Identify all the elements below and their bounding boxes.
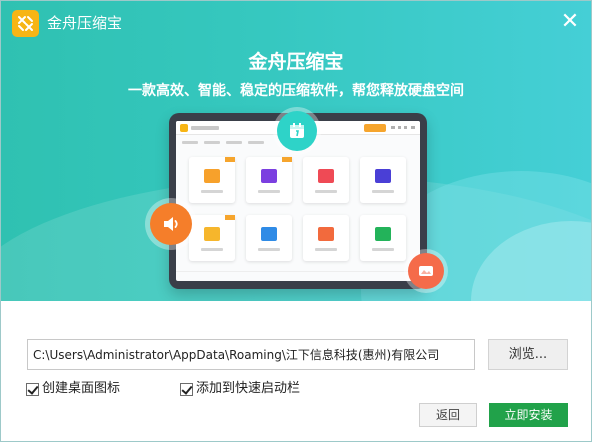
calendar-icon <box>277 111 317 151</box>
preview-nav-item <box>182 141 198 144</box>
preview-card <box>303 157 349 203</box>
preview-title-placeholder <box>191 126 219 130</box>
preview-card-label <box>315 248 337 251</box>
gif-compress-icon <box>375 169 391 183</box>
preview-nav-item <box>204 141 220 144</box>
doc-compress-icon <box>261 227 277 241</box>
preview-nav-item <box>248 141 264 144</box>
preview-card <box>189 215 235 261</box>
browse-button[interactable]: 浏览... <box>488 339 568 370</box>
quick-launch-option[interactable]: 添加到快速启动栏 <box>180 381 300 397</box>
preview-card <box>189 157 235 203</box>
speaker-icon <box>150 203 192 245</box>
install-now-button[interactable]: 立即安装 <box>489 403 568 427</box>
preview-card-tag <box>282 157 292 162</box>
app-logo-icon <box>12 10 39 37</box>
preview-card-label <box>258 248 280 251</box>
installer-window: 金舟压缩宝 ✕ 金舟压缩宝 一款高效、智能、稳定的压缩软件，帮您释放硬盘空间 C… <box>0 0 592 442</box>
banner: 金舟压缩宝 ✕ 金舟压缩宝 一款高效、智能、稳定的压缩软件，帮您释放硬盘空间 <box>1 1 591 301</box>
folder-compress-icon <box>204 227 220 241</box>
quick-launch-checkbox[interactable] <box>180 382 193 396</box>
desktop-shortcut-label: 创建桌面图标 <box>42 381 121 396</box>
preview-card-label <box>201 248 223 251</box>
preview-card-tag <box>225 157 235 162</box>
preview-card-label <box>258 190 280 193</box>
preview-logo-icon <box>180 124 188 132</box>
window-title: 金舟压缩宝 <box>47 14 123 32</box>
preview-card-label <box>201 190 223 193</box>
back-button[interactable]: 返回 <box>419 403 477 427</box>
install-path-input[interactable] <box>27 339 475 370</box>
preview-card <box>246 215 292 261</box>
quick-launch-label: 添加到快速启动栏 <box>196 381 301 396</box>
preview-card <box>360 215 406 261</box>
preview-card <box>360 157 406 203</box>
preview-button-placeholder <box>364 124 386 132</box>
preview-card-tag <box>225 215 235 220</box>
banner-subline: 一款高效、智能、稳定的压缩软件，帮您释放硬盘空间 <box>128 83 464 99</box>
banner-headline: 金舟压缩宝 <box>248 51 344 73</box>
excel-compress-icon <box>375 227 391 241</box>
preview-card <box>303 215 349 261</box>
preview-card-label <box>372 248 394 251</box>
preview-nav-item <box>226 141 242 144</box>
close-icon[interactable]: ✕ <box>557 9 583 35</box>
desktop-shortcut-option[interactable]: 创建桌面图标 <box>26 381 120 397</box>
preview-card-label <box>372 190 394 193</box>
preview-footer <box>176 271 420 281</box>
preview-card <box>246 157 292 203</box>
image-compress-icon <box>204 169 220 183</box>
image-icon <box>408 253 444 289</box>
desktop-shortcut-checkbox[interactable] <box>26 382 39 396</box>
preview-window-controls <box>391 126 415 129</box>
preview-card-label <box>315 190 337 193</box>
video-compress-icon <box>261 169 277 183</box>
audio-compress-icon <box>318 169 334 183</box>
pdf-compress-icon <box>318 227 334 241</box>
